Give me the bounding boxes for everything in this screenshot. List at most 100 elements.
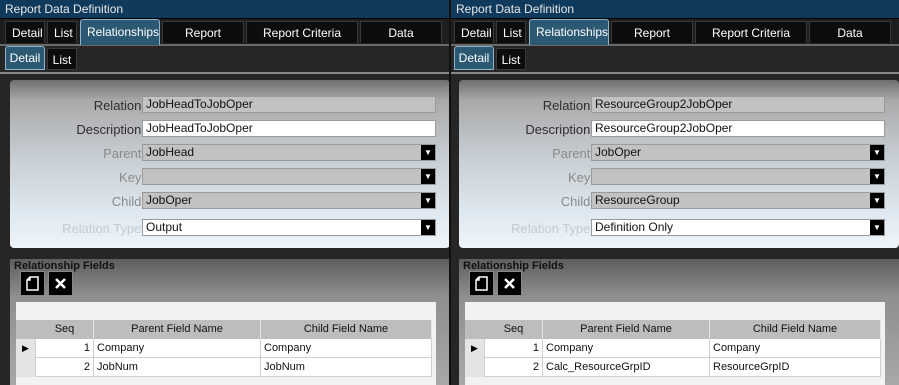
relation-type-select[interactable]: Output ▼ (142, 219, 436, 236)
report-data-definition-panel-left: Report Data Definition Detail List Relat… (0, 0, 449, 385)
relationship-fields-grid: Seq Parent Field Name Child Field Name ▶… (16, 302, 436, 385)
relation-label: Relation: (542, 98, 594, 113)
main-tab-bar: Detail List Relationships Report Labels … (451, 19, 899, 62)
column-header-child-field-name[interactable]: Child Field Name (261, 320, 432, 339)
row-pointer-icon[interactable]: ▶ (16, 339, 36, 358)
relationship-detail-form: Relation: ResourceGroup2JobOper Descript… (459, 80, 899, 248)
new-row-button[interactable] (20, 271, 45, 296)
cell-parent-field[interactable]: JobNum (94, 358, 261, 377)
main-tab-bar: Detail List Relationships Report Labels … (0, 19, 449, 62)
parent-label: Parent: (103, 146, 145, 161)
cell-parent-field[interactable]: Company (543, 339, 710, 358)
cell-parent-field[interactable]: Calc_ResourceGrpID (543, 358, 710, 377)
cell-parent-field[interactable]: Company (94, 339, 261, 358)
table-row[interactable]: ▶ 1 Company Company (16, 339, 432, 358)
tab-list[interactable]: List (496, 21, 526, 43)
relation-type-select-value: Definition Only (595, 220, 674, 234)
parent-select-value: JobHead (146, 145, 195, 159)
cell-child-field[interactable]: Company (261, 339, 432, 358)
description-field[interactable]: ResourceGroup2JobOper (591, 120, 885, 137)
row-selector[interactable] (465, 358, 485, 377)
tab-detail[interactable]: Detail (5, 21, 45, 43)
relation-type-select[interactable]: Definition Only ▼ (591, 219, 885, 236)
report-data-definition-panel-right: Report Data Definition Detail List Relat… (451, 0, 899, 385)
parent-select-value: JobOper (595, 145, 642, 159)
window-title: Report Data Definition (0, 0, 449, 19)
child-select-value: ResourceGroup (595, 193, 680, 207)
cell-seq[interactable]: 1 (485, 339, 543, 358)
tab-report-criteria-sets[interactable]: Report Criteria Sets (246, 21, 358, 62)
chevron-down-icon[interactable]: ▼ (870, 193, 884, 208)
parent-label: Parent: (552, 146, 594, 161)
tab-detail[interactable]: Detail (454, 21, 494, 43)
chevron-down-icon[interactable]: ▼ (870, 145, 884, 160)
tab-relationships[interactable]: Relationships (529, 19, 609, 45)
table-row[interactable]: ▶ 1 Company Company (465, 339, 881, 358)
child-select[interactable]: ResourceGroup ▼ (591, 192, 885, 209)
column-header-seq[interactable]: Seq (36, 320, 94, 339)
cell-child-field[interactable]: ResourceGrpID (710, 358, 881, 377)
cell-seq[interactable]: 2 (36, 358, 94, 377)
relation-label: Relation: (93, 98, 145, 113)
delete-row-button[interactable] (497, 271, 522, 296)
column-header-parent-field-name[interactable]: Parent Field Name (543, 320, 710, 339)
new-document-icon (475, 276, 488, 292)
subtab-detail[interactable]: Detail (454, 46, 494, 70)
relationship-fields-grid: Seq Parent Field Name Child Field Name ▶… (465, 302, 885, 385)
relationship-fields-panel: Relationship Fields Seq Parent Field Nam… (459, 259, 899, 385)
cell-seq[interactable]: 1 (36, 339, 94, 358)
cell-child-field[interactable]: Company (710, 339, 881, 358)
delete-row-button[interactable] (48, 271, 73, 296)
tab-report-criteria-sets[interactable]: Report Criteria Sets (695, 21, 807, 62)
tab-data-sources[interactable]: Data Sources (809, 21, 891, 62)
description-field[interactable]: JobHeadToJobOper (142, 120, 436, 137)
sub-tab-bar: Detail List (451, 46, 899, 74)
column-header-parent-field-name[interactable]: Parent Field Name (94, 320, 261, 339)
relationship-fields-panel: Relationship Fields Seq Parent Field Nam… (10, 259, 449, 385)
relation-type-select-value: Output (146, 220, 183, 234)
delete-x-icon (55, 278, 66, 290)
chevron-down-icon[interactable]: ▼ (421, 169, 435, 184)
row-pointer-icon[interactable]: ▶ (465, 339, 485, 358)
tab-report-labels[interactable]: Report Labels (162, 21, 244, 62)
subtab-list[interactable]: List (496, 48, 526, 70)
description-label: Description: (525, 122, 594, 137)
new-row-button[interactable] (469, 271, 494, 296)
chevron-down-icon[interactable]: ▼ (421, 193, 435, 208)
new-document-icon (26, 276, 39, 292)
delete-x-icon (504, 278, 515, 290)
chevron-down-icon[interactable]: ▼ (421, 220, 435, 235)
tab-list[interactable]: List (47, 21, 77, 43)
chevron-down-icon[interactable]: ▼ (870, 169, 884, 184)
row-selector[interactable] (16, 358, 36, 377)
grid-header: Seq Parent Field Name Child Field Name (465, 320, 881, 339)
cell-child-field[interactable]: JobNum (261, 358, 432, 377)
cell-seq[interactable]: 2 (485, 358, 543, 377)
parent-select[interactable]: JobOper ▼ (591, 144, 885, 161)
tab-relationships[interactable]: Relationships (80, 19, 160, 45)
table-row[interactable]: 2 Calc_ResourceGrpID ResourceGrpID (465, 358, 881, 377)
grid-header: Seq Parent Field Name Child Field Name (16, 320, 432, 339)
chevron-down-icon[interactable]: ▼ (421, 145, 435, 160)
table-row[interactable]: 2 JobNum JobNum (16, 358, 432, 377)
subtab-list[interactable]: List (47, 48, 77, 70)
column-header-child-field-name[interactable]: Child Field Name (710, 320, 881, 339)
relation-type-label: Relation Type: (511, 221, 594, 236)
relationship-detail-form: Relation: JobHeadToJobOper Description: … (10, 80, 449, 248)
sub-tab-bar: Detail List (0, 46, 449, 74)
chevron-down-icon[interactable]: ▼ (870, 220, 884, 235)
relation-field: ResourceGroup2JobOper (591, 96, 885, 113)
relation-type-label: Relation Type: (62, 221, 145, 236)
child-select-value: JobOper (146, 193, 193, 207)
tab-report-labels[interactable]: Report Labels (611, 21, 693, 62)
relation-field: JobHeadToJobOper (142, 96, 436, 113)
parent-select[interactable]: JobHead ▼ (142, 144, 436, 161)
key-select[interactable]: ▼ (591, 168, 885, 185)
child-label: Child: (111, 194, 145, 209)
column-header-seq[interactable]: Seq (485, 320, 543, 339)
tab-data-sources[interactable]: Data Sources (360, 21, 442, 62)
child-select[interactable]: JobOper ▼ (142, 192, 436, 209)
key-select[interactable]: ▼ (142, 168, 436, 185)
description-label: Description: (76, 122, 145, 137)
subtab-detail[interactable]: Detail (5, 46, 45, 70)
